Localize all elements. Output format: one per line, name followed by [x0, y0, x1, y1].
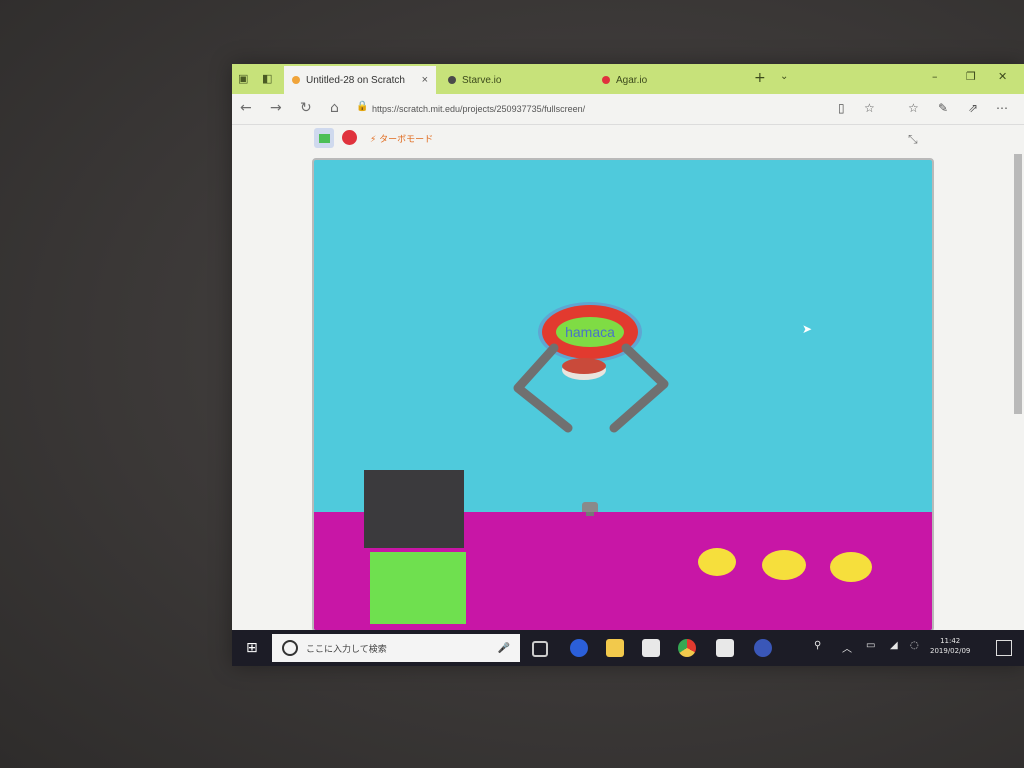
taskbar-search-box[interactable]: ここに入力して検索 🎤 — [272, 634, 520, 662]
yellow-coin — [698, 548, 736, 576]
edge-browser-icon[interactable] — [570, 639, 588, 657]
clock-time: 11:42 — [940, 637, 961, 645]
tab-aside-icon[interactable]: ◧ — [262, 72, 276, 85]
reading-view-icon[interactable]: ▯ — [838, 101, 845, 115]
back-button[interactable]: ← — [240, 100, 252, 116]
mail-icon[interactable] — [716, 639, 734, 657]
tab-agar[interactable]: Agar.io — [594, 66, 744, 94]
mouse-cursor-icon: ➤ — [802, 322, 813, 336]
green-flag-icon — [318, 133, 330, 143]
app-icon[interactable] — [754, 639, 772, 657]
volume-icon[interactable]: ◌ — [910, 640, 919, 651]
share-icon[interactable]: ⇗ — [968, 101, 978, 115]
yellow-coin — [762, 550, 806, 580]
forward-button[interactable]: → — [270, 100, 282, 116]
address-bar-row: ← → ↻ ⌂ 🔒 https://scratch.mit.edu/projec… — [232, 94, 1024, 125]
scratch-controls: ⚡ ターボモード ⤡ — [232, 124, 1024, 152]
battery-icon: ▭ — [866, 640, 876, 651]
microphone-icon[interactable]: 🎤 — [498, 643, 510, 654]
tab-bar: ▣ ◧ Untitled-28 on Scratch × Starve.io A… — [232, 64, 1024, 94]
favorites-list-icon[interactable]: ☆ — [908, 101, 919, 115]
search-placeholder: ここに入力して検索 — [306, 644, 387, 655]
tab-starve[interactable]: Starve.io — [440, 66, 590, 94]
store-icon[interactable] — [642, 639, 660, 657]
refresh-button[interactable]: ↻ — [300, 100, 312, 116]
page-scrollbar[interactable] — [1014, 154, 1022, 414]
action-center-icon[interactable] — [996, 640, 1012, 656]
green-block — [370, 552, 466, 624]
more-menu-icon[interactable]: ⋯ — [996, 101, 1008, 115]
start-button[interactable]: ⊞ — [246, 640, 258, 656]
tab-scratch[interactable]: Untitled-28 on Scratch × — [284, 66, 436, 94]
claw-label: hamaca — [565, 324, 615, 340]
people-icon[interactable]: ⚲ — [814, 640, 821, 651]
tab-actions-icon[interactable]: ▣ — [238, 72, 252, 85]
yellow-coin — [830, 552, 872, 582]
favorite-star-icon[interactable]: ☆ — [864, 101, 875, 115]
chrome-icon[interactable] — [678, 639, 696, 657]
dark-gray-block — [364, 470, 464, 548]
tray-chevron-icon[interactable]: ︿ — [842, 640, 852, 655]
scratch-stage[interactable]: hamaca ➤ — [312, 158, 934, 632]
claw-machine-sprite: hamaca — [513, 302, 669, 433]
scratch-favicon-icon — [292, 76, 300, 84]
stop-button[interactable] — [342, 130, 357, 145]
exit-fullscreen-icon[interactable]: ⤡ — [908, 132, 918, 147]
taskbar-clock[interactable]: 11:42 2019/02/09 — [930, 636, 970, 656]
file-explorer-icon[interactable] — [606, 639, 624, 657]
lock-icon: 🔒 — [356, 101, 369, 112]
agar-favicon-icon — [602, 76, 610, 84]
turbo-mode-label: ⚡ ターボモード — [370, 135, 434, 145]
close-window-button[interactable]: ✕ — [998, 70, 1007, 83]
task-view-icon[interactable] — [532, 641, 548, 657]
tab-menu-chevron-icon[interactable]: ⌄ — [780, 71, 788, 82]
network-icon[interactable]: ◢ — [890, 640, 898, 651]
tab-label: Untitled-28 on Scratch — [306, 74, 405, 86]
green-flag-button[interactable] — [314, 128, 334, 148]
tab-label: Agar.io — [616, 74, 648, 86]
cortana-icon — [282, 640, 298, 656]
notes-pen-icon[interactable]: ✎ — [938, 101, 948, 115]
minimize-button[interactable]: – — [932, 70, 938, 83]
restore-button[interactable]: ❐ — [966, 70, 976, 83]
taskbar: ⊞ ここに入力して検索 🎤 ⚲ ︿ ▭ ◢ ◌ 11:42 2019/02/09 — [232, 630, 1024, 666]
clock-date: 2019/02/09 — [930, 647, 971, 655]
new-tab-button[interactable]: + — [754, 70, 766, 86]
projected-screen: ▣ ◧ Untitled-28 on Scratch × Starve.io A… — [232, 64, 1024, 666]
tab-label: Starve.io — [462, 74, 502, 86]
home-button[interactable]: ⌂ — [330, 100, 339, 116]
starve-favicon-icon — [448, 76, 456, 84]
url-field[interactable]: https://scratch.mit.edu/projects/2509377… — [372, 100, 812, 118]
small-gray-prize — [582, 502, 598, 516]
tab-close-icon[interactable]: × — [422, 74, 428, 86]
